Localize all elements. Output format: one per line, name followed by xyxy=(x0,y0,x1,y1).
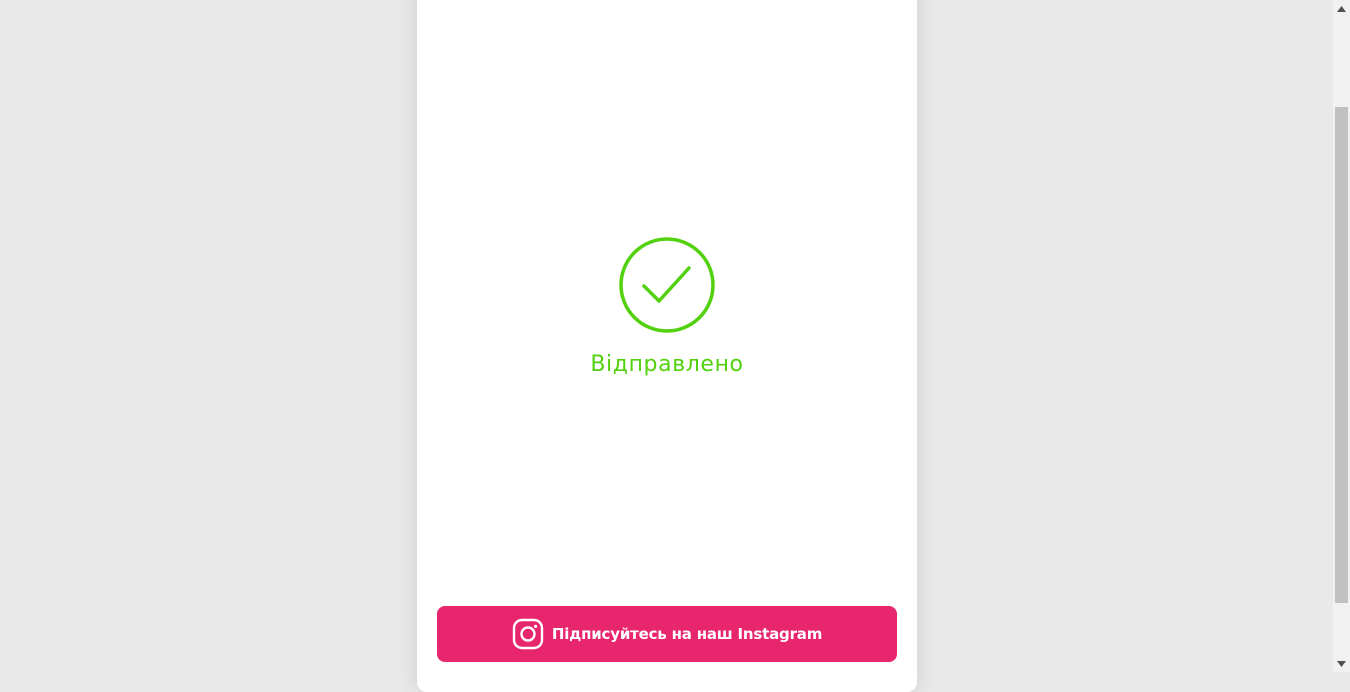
instagram-icon xyxy=(512,618,544,650)
instagram-button-label: Підписуйтесь на наш Instagram xyxy=(551,625,823,643)
arrow-up-icon[interactable] xyxy=(1333,0,1350,17)
arrow-down-icon[interactable] xyxy=(1333,655,1350,672)
vertical-scrollbar[interactable] xyxy=(1333,0,1350,672)
instagram-subscribe-button[interactable]: Підписуйтесь на наш Instagram xyxy=(437,606,897,662)
success-message: Відправлено xyxy=(417,236,917,377)
check-circle-icon xyxy=(619,237,715,333)
success-card: Відправлено Підписуйтесь на наш Instagra… xyxy=(417,0,917,692)
status-text: Відправлено xyxy=(590,352,744,377)
page-background: Відправлено Підписуйтесь на наш Instagra… xyxy=(0,0,1333,692)
scrollbar-thumb[interactable] xyxy=(1335,107,1348,603)
